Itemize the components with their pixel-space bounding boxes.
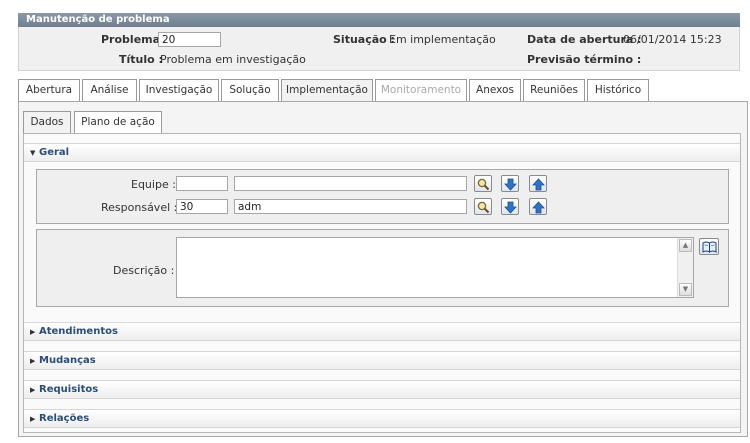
expand-triangle-icon: ▶ — [30, 328, 36, 336]
situacao-label: Situação : — [333, 33, 395, 46]
scroll-up-icon[interactable]: ▲ — [679, 239, 692, 252]
section-requisitos-label: Requisitos — [39, 384, 99, 395]
descricao-textarea[interactable] — [176, 237, 694, 298]
tab-monitoramento: Monitoramento — [375, 79, 467, 101]
subtab-plano-de-acao[interactable]: Plano de ação — [74, 111, 162, 133]
equipe-name-input[interactable] — [234, 176, 467, 191]
responsavel-code-input[interactable] — [176, 199, 228, 214]
subtab-dados[interactable]: Dados — [23, 111, 71, 134]
section-geral-label: Geral — [39, 147, 70, 158]
sub-tab-bar: Dados Plano de ação — [23, 111, 741, 134]
arrow-up-icon — [532, 178, 545, 191]
section-relacoes-header[interactable]: ▶ Relações — [24, 409, 740, 428]
equipe-move-down-button[interactable] — [501, 175, 519, 192]
titulo-value: Problema em investigação — [160, 53, 306, 66]
window-title: Manutenção de problema — [18, 13, 740, 27]
search-icon — [477, 201, 490, 214]
responsavel-search-button[interactable] — [474, 198, 492, 215]
book-icon — [702, 241, 717, 253]
main-tab-bar: Abertura Análise Investigação Solução Im… — [18, 79, 748, 102]
responsavel-name-input[interactable] — [234, 199, 467, 214]
arrow-down-icon — [504, 178, 517, 191]
data-abertura-value: 06/01/2014 15:23 — [623, 33, 722, 46]
arrow-up-icon — [532, 201, 545, 214]
expand-triangle-icon: ▶ — [30, 357, 36, 365]
tab-implementacao[interactable]: Implementação — [281, 79, 373, 102]
responsavel-move-up-button[interactable] — [529, 198, 547, 215]
tab-reunioes[interactable]: Reuniões — [523, 79, 585, 101]
expand-triangle-icon: ▶ — [30, 386, 36, 394]
descricao-scrollbar[interactable]: ▲ ▼ — [677, 238, 693, 297]
titulo-label: Título : — [119, 53, 163, 66]
search-icon — [477, 178, 490, 191]
tab-analise[interactable]: Análise — [82, 79, 137, 101]
section-atendimentos-header[interactable]: ▶ Atendimentos — [24, 322, 740, 341]
tab-abertura[interactable]: Abertura — [18, 79, 80, 101]
section-geral-header[interactable]: ▼ Geral — [24, 143, 740, 162]
problema-input[interactable] — [158, 32, 221, 47]
previsao-label: Previsão término : — [527, 53, 642, 66]
tab-solucao[interactable]: Solução — [221, 79, 279, 101]
arrow-down-icon — [504, 201, 517, 214]
tab-anexos[interactable]: Anexos — [469, 79, 521, 101]
situacao-value: Em implementação — [389, 33, 496, 46]
section-requisitos-header[interactable]: ▶ Requisitos — [24, 380, 740, 399]
responsavel-label: Responsável : — [101, 201, 178, 214]
scroll-down-icon[interactable]: ▼ — [679, 283, 692, 296]
descricao-book-button[interactable] — [699, 238, 719, 255]
tab-investigacao[interactable]: Investigação — [139, 79, 219, 101]
equipe-move-up-button[interactable] — [529, 175, 547, 192]
section-relacoes-label: Relações — [39, 413, 90, 424]
collapse-triangle-icon: ▼ — [30, 149, 36, 157]
equipe-code-input[interactable] — [176, 176, 228, 191]
equipe-search-button[interactable] — [474, 175, 492, 192]
section-mudancas-label: Mudanças — [39, 355, 96, 366]
equipe-label: Equipe : — [131, 178, 176, 191]
section-atendimentos-label: Atendimentos — [39, 326, 118, 337]
responsavel-move-down-button[interactable] — [501, 198, 519, 215]
tab-historico[interactable]: Histórico — [587, 79, 649, 101]
expand-triangle-icon: ▶ — [30, 415, 36, 423]
section-mudancas-header[interactable]: ▶ Mudanças — [24, 351, 740, 370]
descricao-label: Descrição : — [113, 264, 175, 277]
